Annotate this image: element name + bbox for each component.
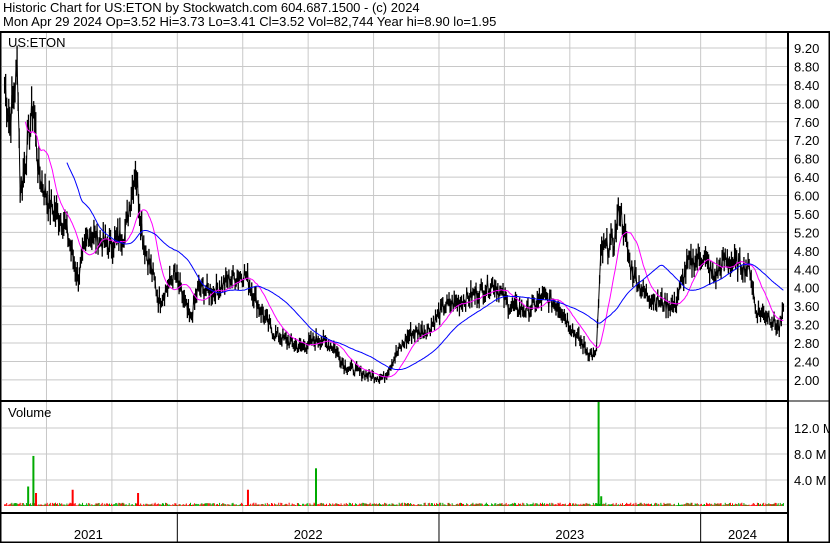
volume-tick-label: 12.0 M: [794, 421, 830, 436]
volume-spike-bar: [71, 489, 74, 506]
year-label: 2022: [294, 527, 323, 542]
stock-chart-window: Historic Chart for US:ETON by Stockwatch…: [0, 0, 830, 543]
volume-spike-bar: [35, 493, 38, 506]
price-tick-label: 7.60: [794, 115, 819, 130]
volume-spike-bar: [32, 455, 35, 506]
price-tick-label: 8.00: [794, 96, 819, 111]
year-label: 2021: [74, 527, 103, 542]
volume-spike-bar: [315, 468, 317, 506]
moving-average-line: [24, 121, 784, 378]
volume-spike-bar: [597, 402, 600, 506]
symbol-label: US:ETON: [8, 35, 66, 50]
price-tick-label: 7.20: [794, 133, 819, 148]
year-label: 2024: [728, 527, 757, 542]
volume-tick-label: 8.0 M: [794, 447, 827, 462]
year-label: 2023: [555, 527, 584, 542]
price-tick-label: 6.80: [794, 152, 819, 167]
price-tick-label: 4.80: [794, 244, 819, 259]
price-line: [4, 64, 784, 382]
price-tick-label: 4.40: [794, 262, 819, 277]
volume-spike-bar: [137, 493, 140, 506]
volume-label: Volume: [8, 405, 51, 420]
price-tick-label: 9.20: [794, 41, 819, 56]
volume-spike-bar: [600, 496, 603, 506]
price-tick-label: 3.20: [794, 318, 819, 333]
volume-tick-label: 4.0 M: [794, 473, 827, 488]
price-tick-label: 8.40: [794, 78, 819, 93]
price-tick-label: 5.20: [794, 225, 819, 240]
price-tick-label: 2.00: [794, 373, 819, 388]
price-tick-label: 6.00: [794, 189, 819, 204]
price-tick-label: 3.60: [794, 299, 819, 314]
price-tick-label: 4.00: [794, 281, 819, 296]
price-tick-label: 2.80: [794, 336, 819, 351]
volume-spike-bar: [246, 489, 249, 506]
price-tick-label: 5.60: [794, 207, 819, 222]
price-tick-label: 6.40: [794, 170, 819, 185]
price-tick-label: 8.80: [794, 59, 819, 74]
chart-canvas: 9.20 8.80 8.40 8.00 7.60 7.20 6.80 6.40 6.00 5.60…: [0, 31, 830, 543]
price-tick-label: 2.40: [794, 354, 819, 369]
volume-spike-bar: [27, 486, 30, 506]
